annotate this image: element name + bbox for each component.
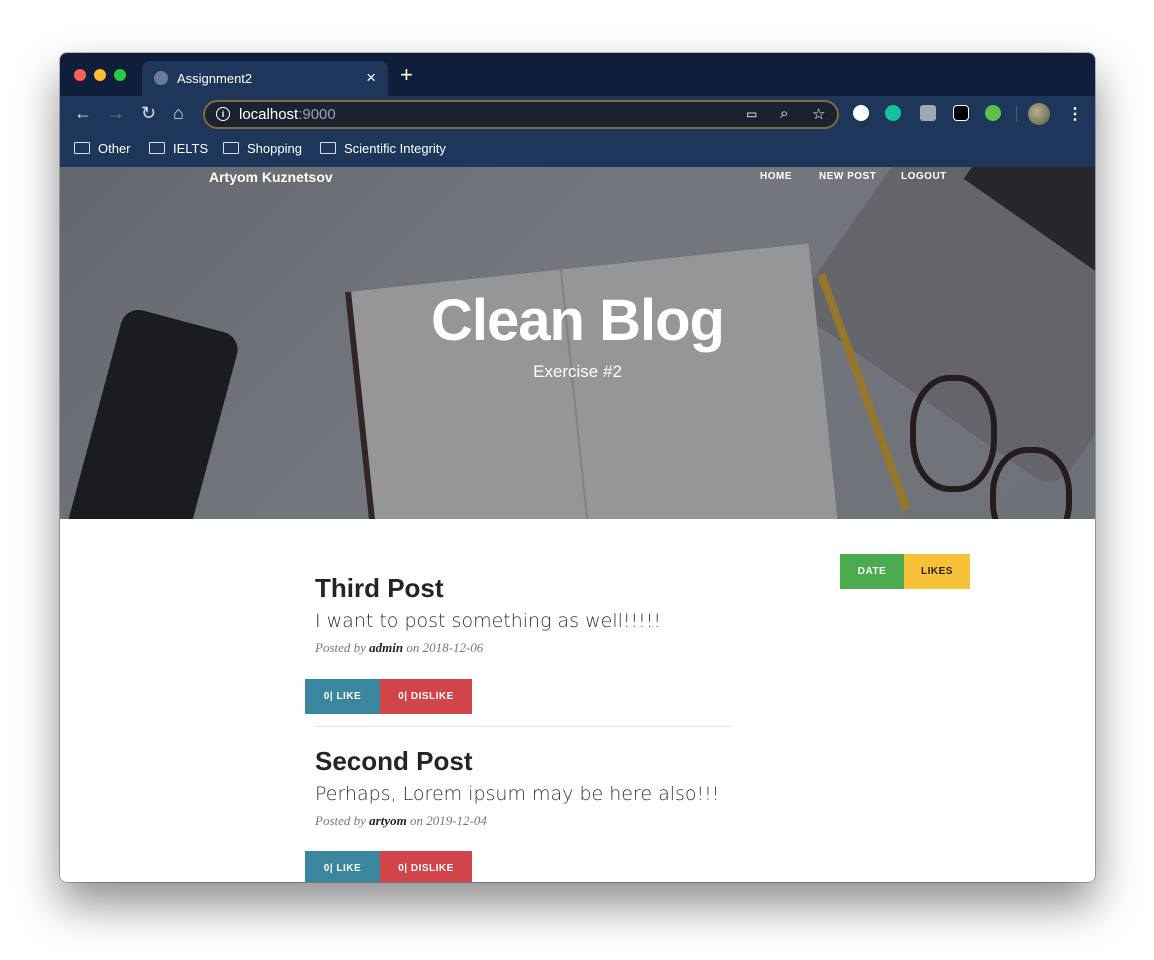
tab-bar: Assignment2 × + [60, 53, 1095, 96]
on-label: on [406, 640, 420, 655]
star-icon[interactable]: ☆ [812, 105, 825, 123]
info-icon[interactable]: i [216, 107, 230, 121]
post-date: 2018-12-06 [422, 640, 484, 655]
on-label: on [409, 813, 423, 828]
post-divider [315, 726, 732, 727]
browser-window: Assignment2 × + ← → ↻ ⌂ i localhost:9000… [60, 53, 1095, 882]
nav-new-post-link[interactable]: NEW POST [819, 171, 876, 182]
like-button[interactable]: 0| LIKE [305, 679, 380, 714]
url-port: :9000 [298, 106, 336, 123]
bookmark-shopping[interactable]: Shopping [223, 141, 302, 156]
bookmark-label: Scientific Integrity [344, 141, 446, 156]
hero-title: Clean Blog [431, 288, 725, 353]
zoom-icon[interactable]: ⌕ [780, 105, 788, 122]
back-arrow-icon[interactable]: ← [74, 104, 92, 122]
post-preview[interactable]: Third Post I want to post something as w… [315, 573, 735, 656]
hero-subtitle: Exercise #2 [533, 362, 622, 381]
profile-avatar[interactable] [1028, 103, 1050, 125]
url-text: localhost:9000 [239, 106, 336, 123]
post-title[interactable]: Second Post [315, 746, 735, 777]
extension-icon-1[interactable] [853, 105, 869, 121]
posted-by-label: Posted by [315, 640, 366, 655]
forward-arrow-icon[interactable]: → [107, 104, 125, 122]
tab-title: Assignment2 [177, 71, 253, 86]
nav-logout-link[interactable]: LOGOUT [901, 171, 947, 182]
post-meta: Posted by admin on 2018-12-06 [315, 640, 735, 656]
close-tab-icon[interactable]: × [366, 68, 376, 88]
post-title[interactable]: Third Post [315, 573, 735, 604]
hero-header: Artyom Kuznetsov HOME NEW POST LOGOUT Cl… [60, 167, 1095, 519]
browser-tab[interactable]: Assignment2 × [142, 61, 388, 96]
address-bar[interactable]: i localhost:9000 ▭ ⌕ ☆ [203, 100, 839, 129]
post-date: 2019-12-04 [426, 813, 487, 828]
post-meta: Posted by artyom on 2019-12-04 [315, 813, 735, 829]
site-brand-link[interactable]: Artyom Kuznetsov [209, 169, 333, 185]
close-window-button[interactable] [74, 69, 86, 81]
dislike-button[interactable]: 0| DISLIKE [380, 679, 472, 714]
reload-icon[interactable]: ↻ [141, 104, 156, 122]
bookmark-label: IELTS [173, 141, 209, 156]
maximize-window-button[interactable] [114, 69, 126, 81]
folder-icon [149, 142, 165, 154]
folder-icon [74, 142, 90, 154]
lock-extension-icon[interactable] [953, 105, 969, 121]
folder-icon [320, 142, 336, 154]
post-author: artyom [369, 813, 407, 828]
cast-icon[interactable]: ▭ [746, 107, 757, 121]
globe-icon [154, 71, 168, 85]
nav-home-link[interactable]: HOME [760, 171, 792, 182]
like-button[interactable]: 0| LIKE [305, 851, 380, 882]
dislike-button[interactable]: 0| DISLIKE [380, 851, 472, 882]
main-content: DATE LIKES Third Post I want to post som… [60, 519, 1095, 882]
post-subtitle[interactable]: I want to post something as well!!!!! [315, 610, 735, 632]
grammarly-icon[interactable] [885, 105, 901, 121]
menu-icon[interactable]: ⋮ [1067, 104, 1083, 124]
bookmark-other[interactable]: Other [74, 141, 131, 156]
browser-toolbar: ← → ↻ ⌂ i localhost:9000 ▭ ⌕ ☆ ⋮ [60, 96, 1095, 132]
extension-icon-3[interactable] [920, 105, 936, 121]
post-subtitle[interactable]: Perhaps, Lorem ipsum may be here also!!! [315, 783, 735, 805]
new-tab-button[interactable]: + [400, 64, 413, 86]
bookmark-label: Other [98, 141, 131, 156]
sort-likes-button[interactable]: LIKES [904, 554, 970, 589]
bookmark-scientific-integrity[interactable]: Scientific Integrity [320, 141, 446, 156]
toolbar-separator [1016, 106, 1017, 122]
folder-icon [223, 142, 239, 154]
posted-by-label: Posted by [315, 813, 366, 828]
bookmarks-bar: Other IELTS Shopping Scientific Integrit… [60, 132, 1095, 167]
url-host: localhost [239, 106, 299, 123]
extension-icon-5[interactable] [985, 105, 1001, 121]
bookmark-ielts[interactable]: IELTS [149, 141, 208, 156]
minimize-window-button[interactable] [94, 69, 106, 81]
bookmark-label: Shopping [247, 141, 302, 156]
sort-date-button[interactable]: DATE [840, 554, 904, 589]
post-author: admin [369, 640, 404, 655]
post-preview[interactable]: Second Post Perhaps, Lorem ipsum may be … [315, 746, 735, 829]
home-icon[interactable]: ⌂ [173, 104, 184, 122]
